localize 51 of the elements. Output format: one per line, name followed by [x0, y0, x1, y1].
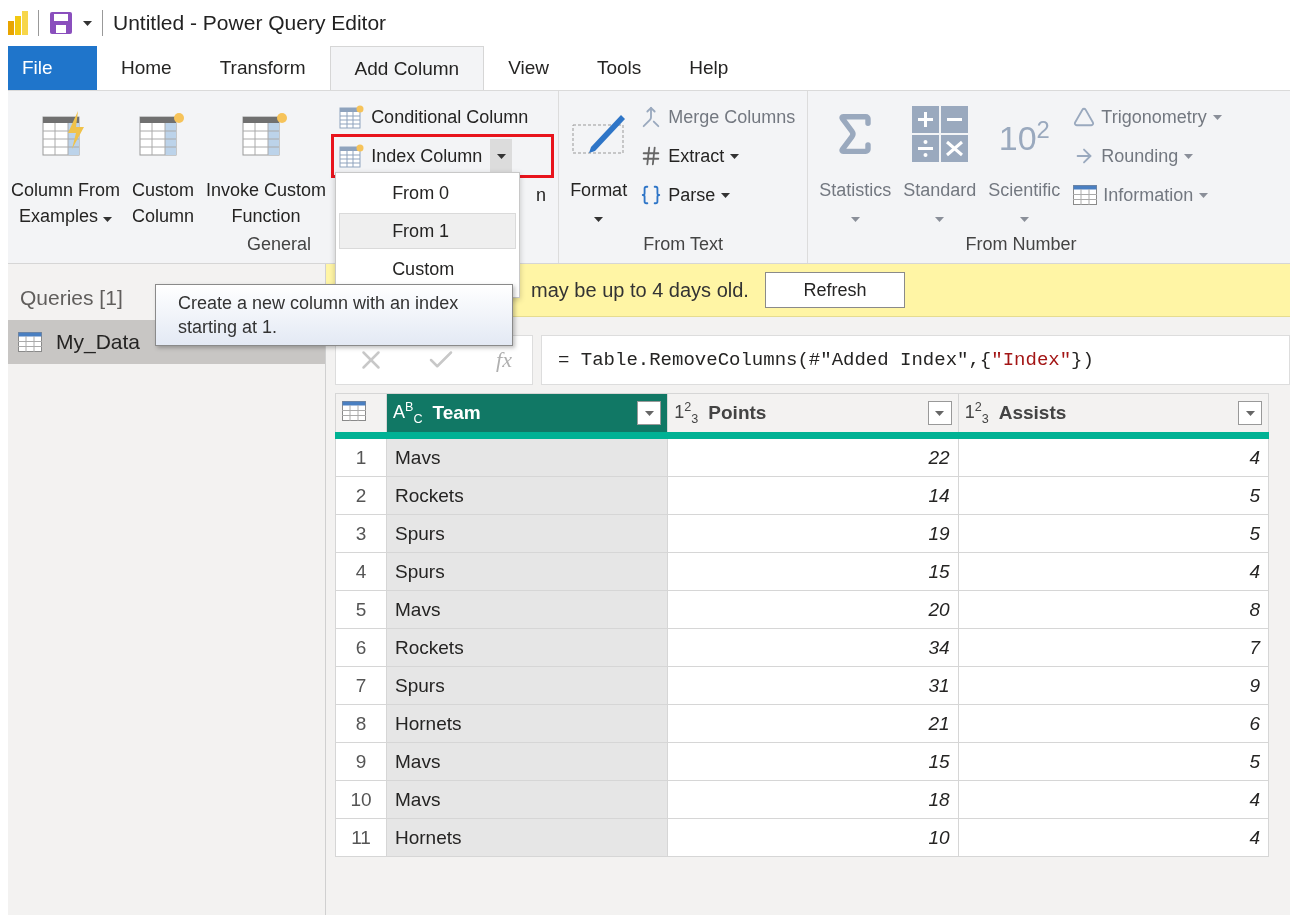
table-cell: 31: [667, 666, 959, 705]
table-cell: 5: [958, 514, 1269, 553]
row-number: 9: [335, 742, 387, 781]
table-cell: Spurs: [386, 514, 668, 553]
table-cell: 15: [667, 742, 959, 781]
table-cell: Mavs: [386, 742, 668, 781]
column-name: Points: [708, 402, 768, 424]
tooltip: Create a new column with an index starting at 1.: [155, 284, 513, 346]
table-cell: Rockets: [386, 476, 668, 515]
table-cell: Rockets: [386, 628, 668, 667]
info-message: may be up to 4 days old.: [531, 278, 749, 302]
table-cell: Spurs: [386, 552, 668, 591]
table-cell: 7: [958, 628, 1269, 667]
table-cell: 8: [958, 590, 1269, 629]
column-name: Team: [432, 402, 482, 424]
table-cell: Mavs: [386, 590, 668, 629]
table-cell: 5: [958, 476, 1269, 515]
row-number: 6: [335, 628, 387, 667]
table-cell: 15: [667, 552, 959, 591]
row-number: 3: [335, 514, 387, 553]
table-cell: 19: [667, 514, 959, 553]
table-cell: 10: [667, 818, 959, 857]
table-cell: 18: [667, 780, 959, 819]
row-number: 2: [335, 476, 387, 515]
table-cell: 4: [958, 780, 1269, 819]
row-number: 11: [335, 818, 387, 857]
table-cell: 14: [667, 476, 959, 515]
table-cell: 9: [958, 666, 1269, 705]
table-cell: 34: [667, 628, 959, 667]
table-cell: 21: [667, 704, 959, 743]
group-label: From Number: [965, 234, 1077, 256]
row-number: 10: [335, 780, 387, 819]
table-cell: 6: [958, 704, 1269, 743]
table-cell: 4: [958, 818, 1269, 857]
table-cell: 5: [958, 742, 1269, 781]
group-label: General: [247, 234, 312, 256]
row-number: 5: [335, 590, 387, 629]
window-title: Untitled - Power Query Editor: [113, 11, 387, 35]
column-name: Assists: [998, 402, 1068, 424]
row-number: 8: [335, 704, 387, 743]
table-cell: 20: [667, 590, 959, 629]
group-label: From Text: [643, 234, 723, 256]
table-cell: 4: [958, 552, 1269, 591]
scientific-icon: 10$^{2}$: [998, 116, 1050, 152]
row-number: 4: [335, 552, 387, 591]
pane-title: Queries [1]: [20, 286, 123, 310]
table-cell: Hornets: [386, 704, 668, 743]
table-cell: Hornets: [386, 818, 668, 857]
table-cell: Mavs: [386, 780, 668, 819]
table-cell: Spurs: [386, 666, 668, 705]
row-number: 7: [335, 666, 387, 705]
